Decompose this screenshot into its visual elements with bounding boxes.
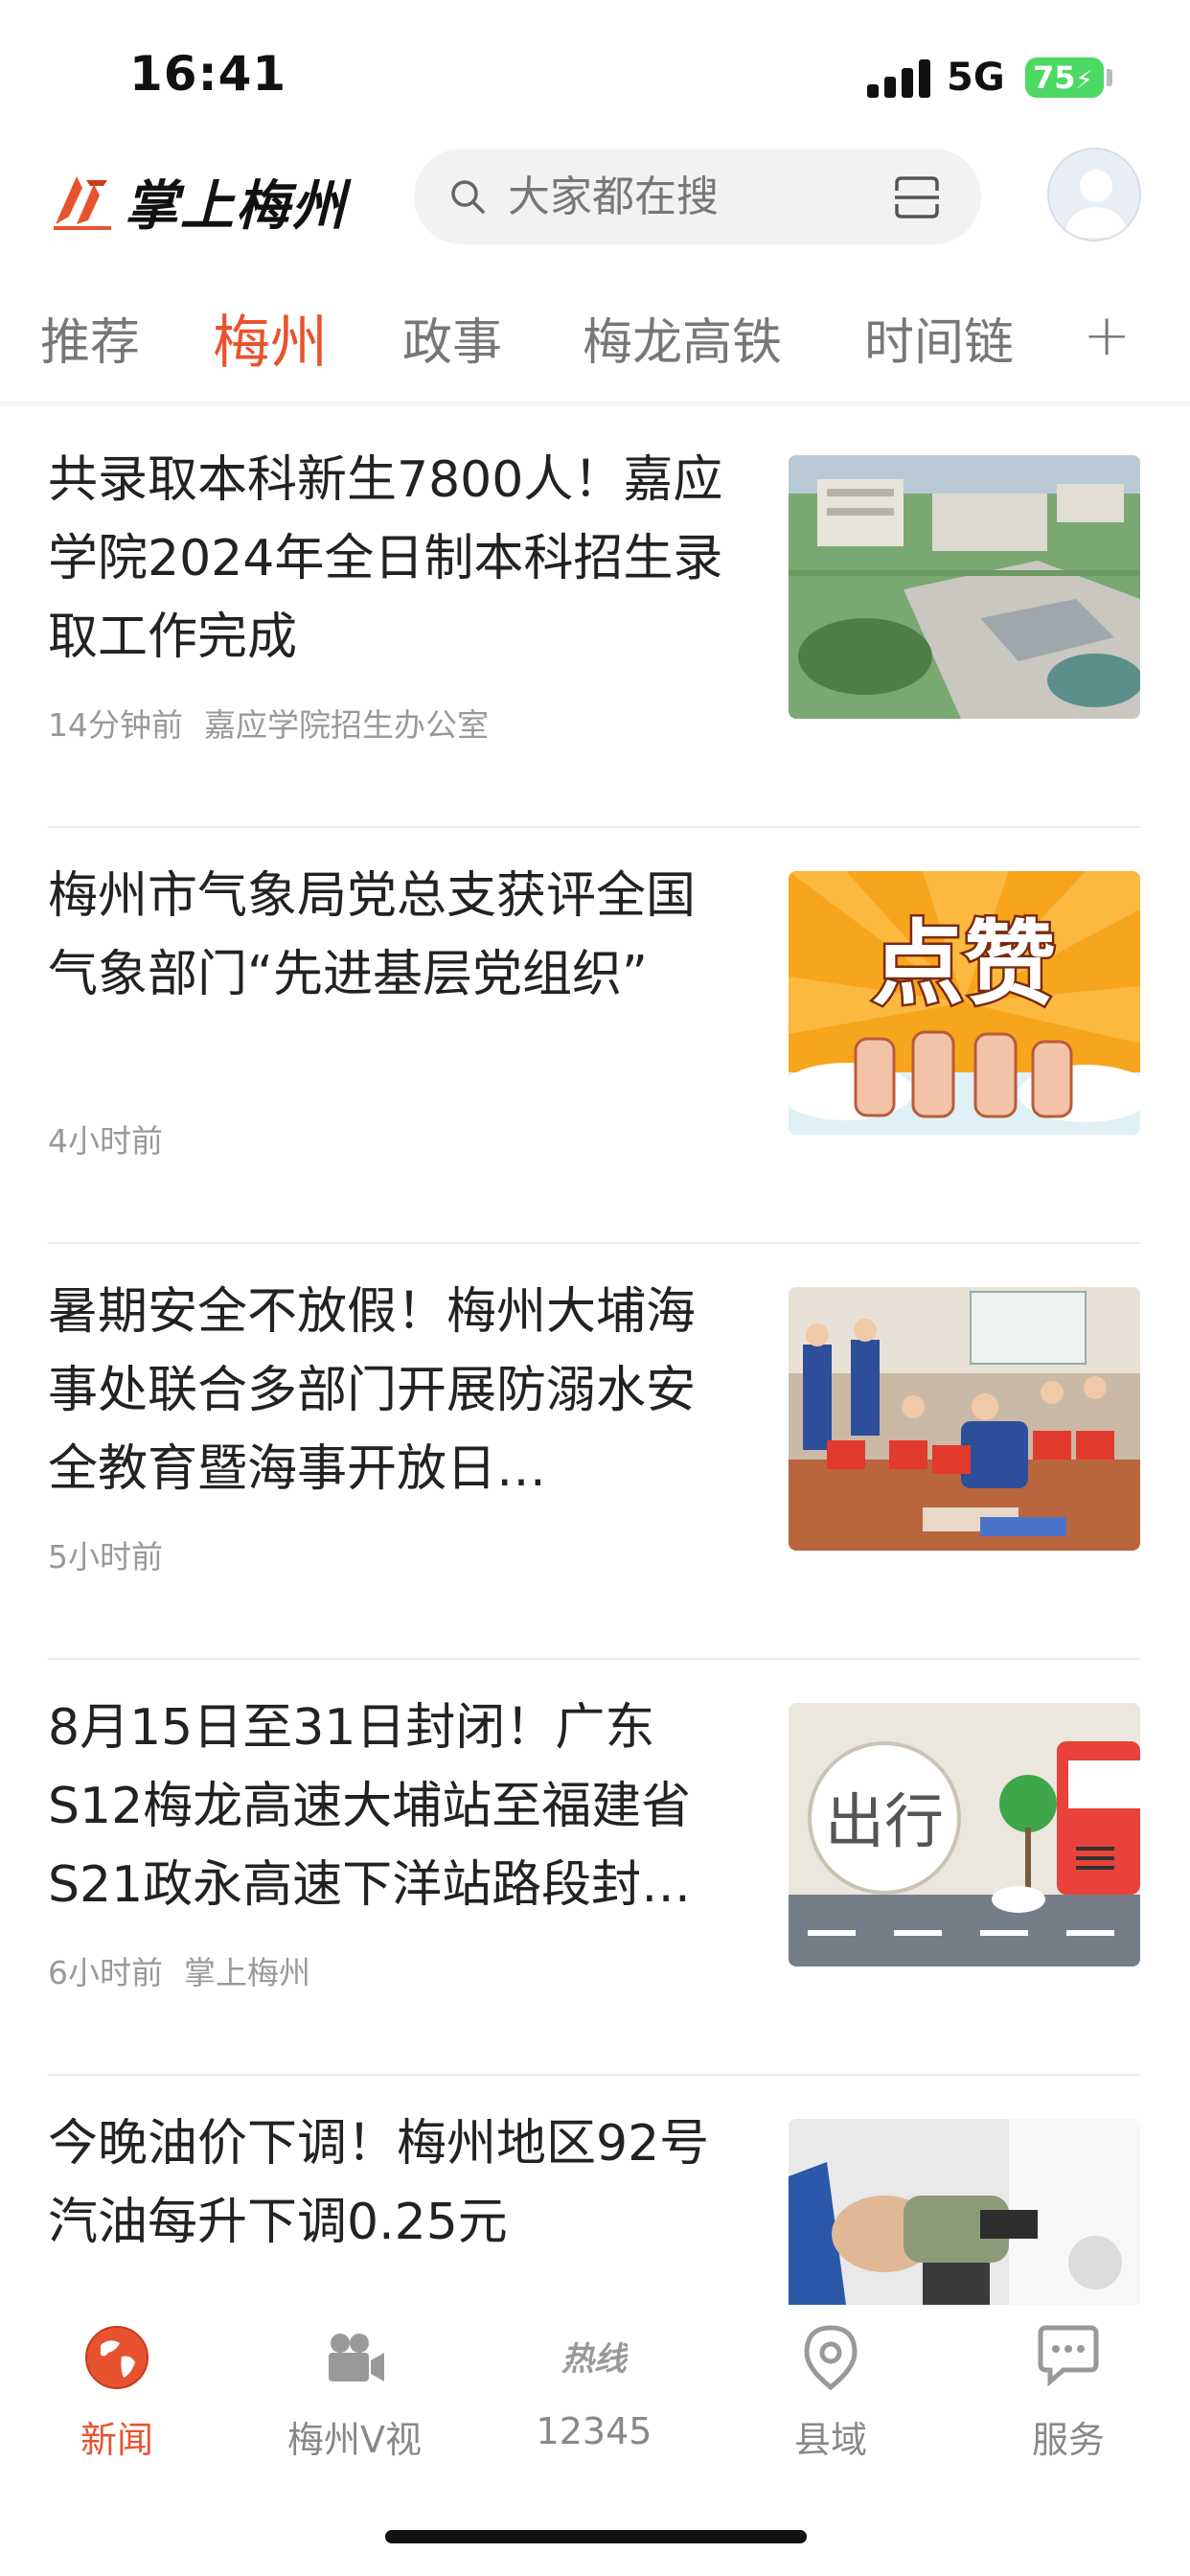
news-time: 14分钟前 [48, 706, 183, 744]
fuel-nozzle-photo [789, 2119, 1140, 2305]
news-meta: 14分钟前 嘉应学院招生办公室 [48, 700, 489, 746]
search-icon [451, 180, 485, 214]
hotline-icon: 热线 [561, 2340, 628, 2379]
news-source: 嘉应学院招生办公室 [204, 706, 489, 744]
battery-icon: 75⚡ [1025, 58, 1104, 98]
nav-hotline[interactable]: 热线 12345 [498, 2324, 690, 2452]
news-time: 4小时前 [48, 1122, 163, 1160]
news-thumbnail[interactable] [789, 2119, 1140, 2305]
campus-photo [789, 455, 1140, 719]
status-bar: 16:41 5G 75⚡ [0, 0, 1190, 144]
tab-meizhou[interactable]: 梅州 [213, 296, 328, 380]
travel-illustration: 出行 [789, 1703, 1140, 1966]
nav-label: 县域 [793, 2419, 867, 2461]
tab-meilong-rail[interactable]: 梅龙高铁 [583, 302, 782, 374]
battery-cap [1107, 69, 1112, 86]
logo-text: 掌上梅州 [125, 173, 347, 238]
thumbs-up-illustration: 点赞 [789, 871, 1140, 1135]
header: 掌上梅州 [0, 144, 1190, 259]
news-time: 6小时前 [48, 1954, 163, 1991]
status-time: 16:41 [129, 46, 287, 102]
app-logo[interactable]: 掌上梅州 [48, 163, 364, 240]
news-title[interactable]: 梅州市气象局党总支获评全国气象部门“先进基层党组织” [48, 857, 738, 1092]
nav-county[interactable]: 县域 [735, 2324, 927, 2463]
nav-label: 梅州V视 [287, 2419, 422, 2461]
divider [0, 401, 1190, 406]
news-item[interactable]: 共录取本科新生7800人！嘉应学院2024年全日制本科招生录取工作完成 14分钟… [48, 412, 1140, 828]
globe-icon [85, 2326, 149, 2389]
nav-label: 12345 [536, 2410, 652, 2452]
news-source: 掌上梅州 [184, 1954, 310, 1991]
nav-label: 服务 [1031, 2419, 1105, 2461]
search-input[interactable] [508, 170, 853, 223]
cpr-training-photo [789, 1287, 1140, 1551]
news-meta: 4小时前 [48, 1116, 163, 1162]
news-thumbnail[interactable]: 出行 [789, 1703, 1140, 1966]
location-pin-icon [804, 2325, 858, 2391]
news-title[interactable]: 8月15日至31日封闭！广东S12梅龙高速大埔站至福建省S21政永高速下洋站路段… [48, 1689, 738, 1924]
tab-timeline[interactable]: 时间链 [864, 302, 1014, 374]
scan-icon[interactable] [893, 175, 941, 219]
nav-service[interactable]: 服务 [973, 2324, 1164, 2463]
search-bar[interactable] [414, 149, 981, 244]
news-thumbnail[interactable]: 点赞 [789, 871, 1140, 1135]
channel-tabs: 推荐 梅州 政事 梅龙高铁 时间链 + [0, 288, 1190, 393]
news-item[interactable]: 8月15日至31日封闭！广东S12梅龙高速大埔站至福建省S21政永高速下洋站路段… [48, 1660, 1140, 2076]
tab-recommend[interactable]: 推荐 [40, 302, 140, 374]
tab-politics[interactable]: 政事 [402, 302, 502, 374]
user-avatar-icon [1064, 170, 1128, 238]
chat-bubble-icon [1038, 2325, 1099, 2387]
news-time: 5小时前 [48, 1538, 163, 1576]
nav-video[interactable]: 梅州V视 [259, 2324, 450, 2463]
news-item[interactable]: 暑期安全不放假！梅州大埔海事处联合多部门开展防溺水安全教育暨海事开放日… 5小时… [48, 1244, 1140, 1660]
nav-label: 新闻 [80, 2419, 153, 2461]
signal-icon [867, 59, 930, 98]
network-type: 5G [947, 56, 1005, 100]
news-title[interactable]: 暑期安全不放假！梅州大埔海事处联合多部门开展防溺水安全教育暨海事开放日… [48, 1273, 738, 1508]
video-camera-icon [329, 2334, 384, 2381]
nav-news[interactable]: 新闻 [21, 2324, 213, 2463]
avatar[interactable] [1047, 148, 1141, 242]
logo-mark-icon [54, 176, 111, 230]
home-indicator [385, 2530, 807, 2543]
battery-level: 75 [1033, 59, 1076, 96]
news-item[interactable]: 梅州市气象局党总支获评全国气象部门“先进基层党组织” 4小时前 点赞 [48, 828, 1140, 1244]
news-thumbnail[interactable] [789, 455, 1140, 719]
news-title[interactable]: 共录取本科新生7800人！嘉应学院2024年全日制本科招生录取工作完成 [48, 441, 738, 677]
news-meta: 5小时前 [48, 1531, 163, 1577]
thumb-text: 点赞 [872, 909, 1056, 1018]
news-thumbnail[interactable] [789, 1287, 1140, 1551]
add-tab-button[interactable]: + [1083, 302, 1131, 369]
news-meta: 6小时前 掌上梅州 [48, 1947, 310, 1993]
hotline-icon-text: 热线 [561, 2340, 628, 2379]
thumb-text: 出行 [825, 1786, 944, 1856]
